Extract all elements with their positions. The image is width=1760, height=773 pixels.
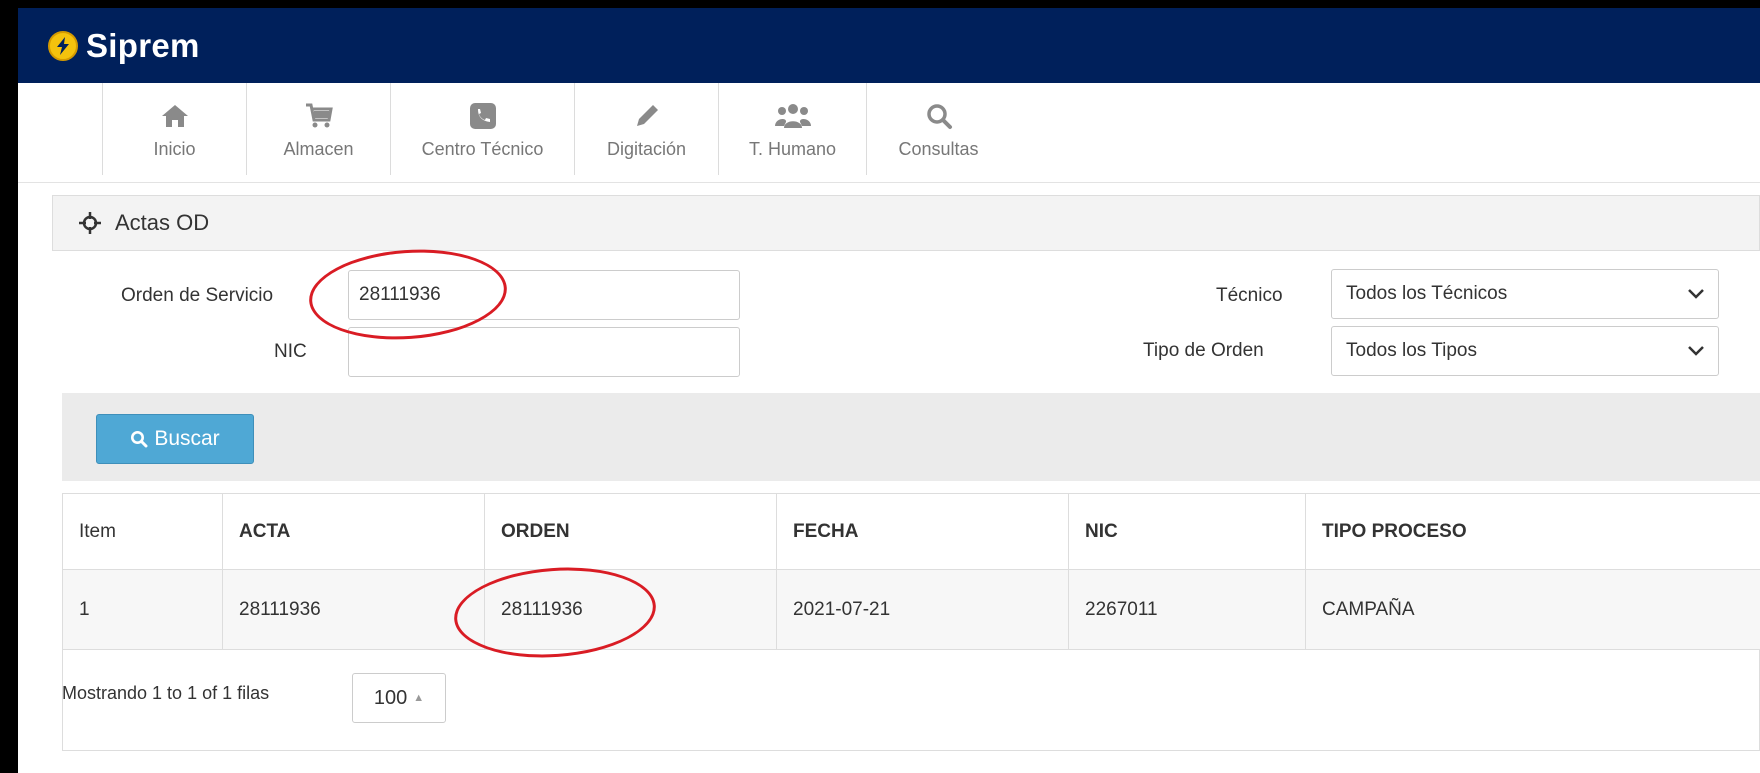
tipo-orden-select[interactable]: Todos los Tipos bbox=[1331, 326, 1719, 376]
nav-label: T. Humano bbox=[748, 138, 837, 159]
cell-acta: 28111936 bbox=[223, 570, 485, 649]
search-button[interactable]: Buscar bbox=[96, 414, 254, 464]
tecnico-select-value: Todos los Técnicos bbox=[1346, 283, 1508, 304]
page-size-value: 100 bbox=[373, 686, 408, 709]
nav-label: Centro Técnico bbox=[421, 138, 544, 159]
brand[interactable]: Siprem bbox=[48, 27, 200, 65]
pagination-info: Mostrando 1 to 1 of 1 filas bbox=[62, 683, 270, 703]
nav-item-centro-tecnico[interactable]: Centro Técnico bbox=[390, 83, 574, 175]
nav-label: Inicio bbox=[153, 138, 196, 159]
col-header-item[interactable]: Item bbox=[63, 494, 223, 569]
logo-icon bbox=[48, 30, 78, 61]
cell-item: 1 bbox=[63, 570, 223, 649]
search-icon bbox=[131, 431, 148, 448]
cell-nic: 2267011 bbox=[1069, 570, 1306, 649]
tecnico-select[interactable]: Todos los Técnicos bbox=[1331, 269, 1719, 319]
screenshot-frame: Siprem Inicio Almacen Centro Técnico Dig… bbox=[0, 0, 1760, 773]
cell-tipo-proceso: CAMPAÑA bbox=[1322, 598, 1415, 620]
users-icon bbox=[774, 99, 812, 133]
page-size-select[interactable]: 100 ▲ bbox=[352, 673, 446, 723]
col-header-acta[interactable]: ACTA bbox=[223, 494, 485, 569]
home-icon bbox=[160, 99, 190, 133]
orden-label: Orden de Servicio bbox=[121, 285, 274, 306]
nic-label: NIC bbox=[274, 341, 307, 362]
toolbar-band bbox=[62, 393, 1760, 481]
caret-up-icon: ▲ bbox=[413, 692, 425, 704]
nav-item-inicio[interactable]: Inicio bbox=[102, 83, 246, 175]
chevron-down-icon bbox=[1688, 340, 1704, 362]
cart-icon bbox=[304, 99, 334, 133]
panel-title: Actas OD bbox=[115, 210, 210, 235]
top-bar: Siprem bbox=[18, 8, 1760, 83]
col-header-nic[interactable]: NIC bbox=[1069, 494, 1306, 569]
main-nav: Inicio Almacen Centro Técnico Digitación… bbox=[18, 83, 1760, 183]
nav-item-consultas[interactable]: Consultas bbox=[866, 83, 1010, 175]
phone-icon bbox=[469, 99, 497, 133]
app-title: Siprem bbox=[86, 26, 200, 64]
chevron-down-icon bbox=[1688, 283, 1704, 305]
search-icon bbox=[925, 99, 953, 133]
panel-header: Actas OD bbox=[52, 195, 1760, 251]
nav-label: Digitación bbox=[606, 138, 687, 159]
col-header-orden[interactable]: ORDEN bbox=[485, 494, 777, 569]
col-header-tipo-proceso[interactable]: TIPO PROCESO bbox=[1306, 494, 1760, 569]
tipo-orden-label: Tipo de Orden bbox=[1143, 340, 1264, 361]
table-row[interactable]: 1 28111936 28111936 2021-07-21 2267011 C… bbox=[63, 570, 1760, 650]
tecnico-label: Técnico bbox=[1216, 285, 1283, 306]
table-header-row: Item ACTA ORDEN FECHA NIC TIPO PROCESO bbox=[63, 494, 1760, 570]
results-table: Item ACTA ORDEN FECHA NIC TIPO PROCESO 1… bbox=[62, 493, 1760, 751]
nav-item-t-humano[interactable]: T. Humano bbox=[718, 83, 866, 175]
crosshair-icon bbox=[79, 212, 101, 234]
nav-item-almacen[interactable]: Almacen bbox=[246, 83, 390, 175]
search-button-label: Buscar bbox=[154, 427, 220, 450]
nav-item-digitacion[interactable]: Digitación bbox=[574, 83, 718, 175]
cell-fecha: 2021-07-21 bbox=[777, 570, 1069, 649]
pencil-icon bbox=[633, 99, 661, 133]
nav-label: Almacen bbox=[283, 138, 354, 159]
nav-label: Consultas bbox=[898, 138, 979, 159]
col-header-fecha[interactable]: FECHA bbox=[777, 494, 1069, 569]
tipo-orden-select-value: Todos los Tipos bbox=[1346, 340, 1477, 361]
